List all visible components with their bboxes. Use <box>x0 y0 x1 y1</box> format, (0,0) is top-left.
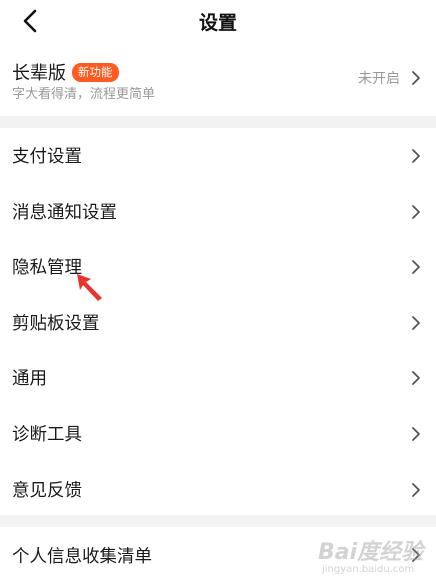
settings-screen: 设置 长辈版 新功能 字大看得清，流程更简单 未开启 支付设置 消息通知设置 隐 <box>0 0 436 585</box>
settings-item-label: 消息通知设置 <box>12 202 117 223</box>
chevron-right-icon <box>410 70 422 86</box>
settings-item-privacy[interactable]: 隐私管理 <box>0 239 436 295</box>
settings-item-label: 通用 <box>12 369 47 390</box>
red-arrow-annotation-icon <box>77 274 102 301</box>
chevron-right-icon <box>410 370 422 386</box>
chevron-right-icon <box>410 482 422 498</box>
header-bar: 设置 <box>0 0 436 46</box>
elder-mode-status: 未开启 <box>358 71 400 87</box>
section-divider <box>0 515 436 527</box>
settings-item-label: 意见反馈 <box>12 480 82 501</box>
chevron-right-icon <box>410 259 422 275</box>
chevron-right-icon <box>410 148 422 164</box>
page-title: 设置 <box>198 12 237 34</box>
chevron-right-icon <box>410 315 422 331</box>
elder-mode-row[interactable]: 长辈版 新功能 字大看得清，流程更简单 未开启 <box>0 46 436 116</box>
new-feature-badge: 新功能 <box>72 62 119 82</box>
settings-item-clipboard[interactable]: 剪贴板设置 <box>0 294 436 351</box>
settings-item-payment[interactable]: 支付设置 <box>0 128 436 184</box>
watermark-text: Bai度经验 <box>318 540 424 565</box>
baidu-watermark: Bai度经验 jingyan.baidu.com <box>300 532 430 582</box>
settings-item-label: 支付设置 <box>12 147 82 167</box>
settings-item-diagnostics[interactable]: 诊断工具 <box>0 405 436 462</box>
settings-item-label: 诊断工具 <box>12 424 82 445</box>
elder-mode-subtitle: 字大看得清，流程更简单 <box>12 87 156 102</box>
section-divider <box>0 116 436 128</box>
watermark-subtext: jingyan.baidu.com <box>322 564 415 575</box>
back-button[interactable] <box>14 6 48 40</box>
settings-item-feedback[interactable]: 意见反馈 <box>0 461 436 518</box>
elder-mode-title: 长辈版 <box>12 63 66 84</box>
chevron-right-icon <box>410 426 422 442</box>
settings-item-notifications[interactable]: 消息通知设置 <box>0 183 436 240</box>
settings-list: 支付设置 消息通知设置 隐私管理 剪贴板设置 通用 诊断工具 意见反馈 <box>0 128 436 518</box>
settings-item-label: 剪贴板设置 <box>12 313 100 334</box>
settings-item-label: 个人信息收集清单 <box>12 547 152 567</box>
settings-item-general[interactable]: 通用 <box>0 350 436 406</box>
chevron-right-icon <box>410 204 422 220</box>
elder-mode-title-line: 长辈版 新功能 <box>12 59 119 85</box>
chevron-left-icon <box>23 9 37 33</box>
